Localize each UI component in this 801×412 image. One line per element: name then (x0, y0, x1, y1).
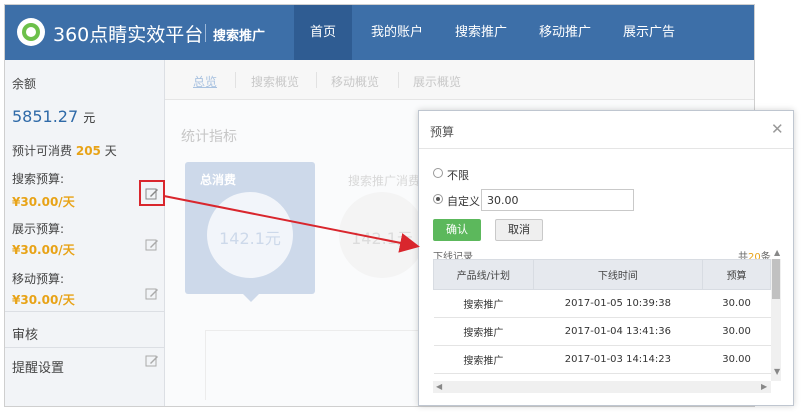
budget-dialog: 预算 ✕ 不限 自定义: 确认 取消 下线记录 共20条 ▲ 产品线/计划 下线… (418, 110, 794, 406)
cell-time: 2017-01-05 10:39:38 (533, 289, 703, 318)
col-product-line: 产品线/计划 (433, 259, 534, 290)
vertical-scroll-thumb[interactable] (772, 259, 780, 299)
cell-budget: 30.00 (702, 345, 771, 374)
nav-home[interactable]: 首页 (294, 5, 352, 60)
table-header-row: 产品线/计划 下线时间 预算 (433, 259, 771, 290)
edit-reminder-icon[interactable] (145, 353, 159, 367)
logo-icon (17, 18, 45, 46)
days-prefix: 预计可消费 (12, 144, 73, 158)
custom-label: 自定义: (447, 195, 484, 208)
search-spend-title: 搜索推广消费 (348, 174, 421, 188)
sidebar-divider (5, 347, 165, 348)
dialog-header: 预算 ✕ (419, 111, 793, 149)
stats-title: 统计指标 (181, 129, 237, 145)
nav-search-promotion[interactable]: 搜索推广 (441, 5, 521, 60)
balance-label: 余额 (12, 77, 37, 91)
scroll-left-icon[interactable]: ◀ (436, 382, 442, 391)
total-spend-card[interactable]: 总消费 142.1元 (185, 162, 315, 302)
chart-line (205, 330, 206, 400)
brand-divider (205, 24, 206, 42)
tab-overview[interactable]: 总览 (193, 73, 217, 90)
confirm-button[interactable]: 确认 (433, 219, 481, 241)
cell-time: 2017-01-03 14:14:23 (533, 345, 703, 374)
mobile-budget-value: ¥30.00/天 (12, 293, 75, 307)
audit-label[interactable]: 审核 (12, 324, 38, 343)
vertical-scrollbar[interactable] (771, 259, 781, 381)
account-sidebar: 余额 5851.27 元 预计可消费 205 天 搜索预算: ¥30.00/天 … (5, 60, 165, 406)
search-budget-value: ¥30.00/天 (12, 195, 75, 209)
radio-unlimited[interactable] (433, 168, 443, 178)
tab-divider (316, 72, 317, 88)
nav-display-ads[interactable]: 展示广告 (609, 5, 689, 60)
scroll-right-icon[interactable]: ▶ (761, 382, 767, 391)
budget-amount-input[interactable] (481, 189, 634, 211)
cell-budget: 30.00 (702, 289, 771, 318)
nav-mobile-promotion[interactable]: 移动推广 (525, 5, 605, 60)
total-spend-title: 总消费 (200, 173, 237, 187)
days-unit: 天 (104, 144, 117, 158)
tab-mobile-overview[interactable]: 移动概览 (331, 73, 379, 90)
cell-time: 2017-01-04 13:41:36 (533, 317, 703, 346)
scroll-down-icon[interactable]: ▼ (774, 367, 780, 376)
offline-log-table: 产品线/计划 下线时间 预算 搜索推广 2017-01-05 10:39:38 … (433, 259, 771, 393)
edit-display-budget-icon[interactable] (145, 237, 159, 251)
days-value: 205 (75, 144, 101, 158)
close-icon[interactable]: ✕ (771, 120, 784, 138)
sidebar-divider (5, 311, 165, 312)
reminder-settings-label[interactable]: 提醒设置 (12, 357, 64, 376)
display-budget-label: 展示预算: (12, 222, 65, 236)
sub-brand-title: 搜索推广 (213, 29, 266, 44)
search-budget-label: 搜索预算: (12, 172, 65, 186)
chart-line (205, 330, 425, 331)
cell-product: 搜索推广 (433, 317, 534, 346)
edit-mobile-budget-icon[interactable] (145, 286, 159, 300)
balance-unit: 元 (83, 111, 96, 125)
top-header: 360点睛实效平台 搜索推广 首页 我的账户 搜索推广 移动推广 展示广告 (5, 5, 754, 60)
search-spend-circle[interactable]: 142.1元 (339, 192, 425, 278)
total-spend-circle: 142.1元 (207, 192, 293, 278)
overview-tabs: 总览 搜索概览 移动概览 展示概览 (165, 60, 754, 100)
highlight-box (139, 180, 165, 206)
cell-product: 搜索推广 (433, 345, 534, 374)
col-budget: 预算 (702, 259, 771, 290)
balance-value: 5851.27 (12, 107, 79, 126)
col-offline-time: 下线时间 (532, 259, 704, 290)
display-budget-value: ¥30.00/天 (12, 243, 75, 257)
table-row: 搜索推广 2017-01-03 14:14:23 30.00 (433, 345, 771, 374)
search-spend-value: 142.1元 (351, 229, 413, 248)
dialog-title: 预算 (430, 125, 455, 139)
tab-display-overview[interactable]: 展示概览 (413, 73, 461, 90)
unlimited-label: 不限 (447, 169, 469, 182)
nav-my-account[interactable]: 我的账户 (357, 5, 437, 60)
balance-amount: 5851.27 元 (12, 107, 95, 126)
tab-search-overview[interactable]: 搜索概览 (251, 73, 299, 90)
radio-custom[interactable] (433, 194, 443, 204)
days-remaining: 预计可消费 205 天 (12, 142, 117, 159)
table-row: 搜索推广 2017-01-04 13:41:36 30.00 (433, 317, 771, 346)
cell-budget: 30.00 (702, 317, 771, 346)
table-row: 搜索推广 2017-01-05 10:39:38 30.00 (433, 289, 771, 318)
tab-divider (235, 72, 236, 88)
brand-title: 360点睛实效平台 (53, 24, 204, 46)
horizontal-scrollbar[interactable]: ◀ ▶ (433, 381, 771, 393)
tab-divider (398, 72, 399, 88)
cancel-button[interactable]: 取消 (495, 219, 543, 241)
cell-product: 搜索推广 (433, 289, 534, 318)
scroll-up-icon[interactable]: ▲ (774, 248, 780, 257)
mobile-budget-label: 移动预算: (12, 272, 65, 286)
total-spend-value: 142.1元 (219, 229, 281, 248)
